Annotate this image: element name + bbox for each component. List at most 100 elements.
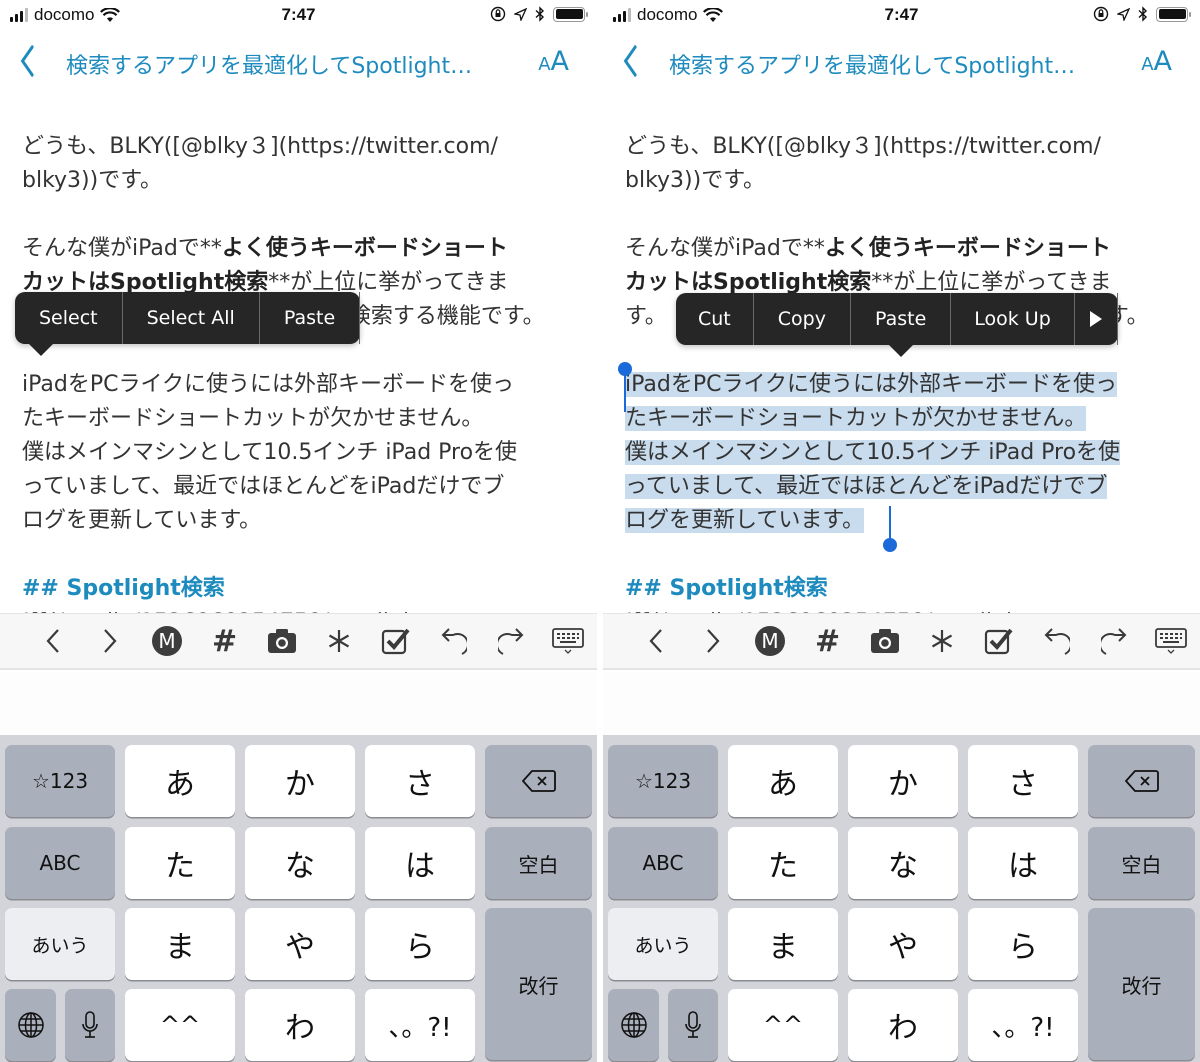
- key-ta[interactable]: た: [728, 827, 838, 899]
- key-sa[interactable]: さ: [365, 745, 475, 817]
- text-line: iPadをPCライクに使うには外部キーボードを使っ: [625, 368, 1185, 402]
- editor-text-area[interactable]: どうも、BLKY([@blky３](https://twitter.com/ b…: [22, 130, 582, 620]
- camera-button[interactable]: [856, 613, 913, 670]
- key-globe[interactable]: [608, 989, 659, 1061]
- checkbox-button[interactable]: [971, 613, 1028, 670]
- undo-button[interactable]: [425, 613, 482, 670]
- undo-icon: [1044, 628, 1070, 655]
- camera-icon: [267, 629, 296, 653]
- chevron-left-icon: [623, 45, 637, 77]
- key-ra[interactable]: ら: [365, 908, 475, 980]
- selection-end-handle[interactable]: [883, 506, 897, 552]
- editor-text-area[interactable]: どうも、BLKY([@blky３](https://twitter.com/ b…: [618, 130, 1185, 620]
- hide-keyboard-button[interactable]: [1143, 613, 1200, 670]
- back-button[interactable]: [622, 44, 639, 84]
- menu-paste[interactable]: Paste: [851, 293, 952, 345]
- key-symbols-123[interactable]: ☆123: [608, 745, 718, 817]
- key-globe[interactable]: [5, 989, 56, 1061]
- asterisk-button[interactable]: [913, 613, 970, 670]
- key-na[interactable]: な: [848, 827, 958, 899]
- key-ka[interactable]: か: [848, 745, 958, 817]
- key-wa[interactable]: わ: [245, 989, 355, 1061]
- battery-icon: [1156, 6, 1191, 22]
- menu-more-button[interactable]: [1075, 293, 1118, 345]
- key-a[interactable]: あ: [728, 745, 838, 817]
- key-punctuation[interactable]: 、。?!: [365, 989, 475, 1061]
- cursor-right-button[interactable]: [684, 613, 741, 670]
- japanese-kana-keyboard: ☆123 あ か さ ABC た な は 空白 あいう ま や ら 改行 ^^ …: [603, 735, 1200, 1062]
- selection-start-handle[interactable]: [618, 362, 632, 412]
- markdown-button[interactable]: M: [139, 613, 196, 670]
- hide-keyboard-button[interactable]: [540, 613, 597, 670]
- selected-paragraph[interactable]: iPadをPCライクに使うには外部キーボードを使っ たキーボードショートカットが…: [618, 362, 1185, 552]
- key-ta[interactable]: た: [125, 827, 235, 899]
- key-symbols-123[interactable]: ☆123: [5, 745, 115, 817]
- globe-icon: [620, 1012, 647, 1038]
- key-ha[interactable]: は: [968, 827, 1078, 899]
- key-ha[interactable]: は: [365, 827, 475, 899]
- cursor-left-button[interactable]: [627, 613, 684, 670]
- key-label: た: [165, 849, 195, 884]
- markdown-button[interactable]: M: [742, 613, 799, 670]
- redo-button[interactable]: [1085, 613, 1142, 670]
- cursor-right-button[interactable]: [81, 613, 138, 670]
- key-label: ら: [1008, 930, 1038, 965]
- menu-paste[interactable]: Paste: [260, 292, 361, 344]
- key-na[interactable]: な: [245, 827, 355, 899]
- key-label: あ: [768, 767, 798, 802]
- menu-select-all[interactable]: Select All: [123, 292, 260, 344]
- redo-button[interactable]: [482, 613, 539, 670]
- menu-cut[interactable]: Cut: [676, 293, 754, 345]
- status-bar: docomo 7:47: [603, 0, 1200, 32]
- checkbox-button[interactable]: [368, 613, 425, 670]
- document-title: 検索するアプリを最適化してSpotlight…: [669, 54, 1076, 79]
- font-size-button[interactable]: AA: [538, 46, 569, 77]
- menu-copy[interactable]: Copy: [754, 293, 851, 345]
- key-punctuation[interactable]: 、。?!: [968, 989, 1078, 1061]
- key-emoticon[interactable]: ^^: [728, 989, 838, 1061]
- font-size-big-glyph: A: [1153, 46, 1172, 77]
- key-kana-mode[interactable]: あいう: [608, 908, 718, 980]
- key-delete[interactable]: [1088, 745, 1195, 817]
- key-a[interactable]: あ: [125, 745, 235, 817]
- font-size-button[interactable]: AA: [1141, 46, 1172, 77]
- key-label: さ: [1008, 767, 1038, 802]
- key-abc[interactable]: ABC: [5, 827, 115, 899]
- key-ka[interactable]: か: [245, 745, 355, 817]
- hashtag-button[interactable]: #: [799, 613, 856, 670]
- key-dictation[interactable]: [65, 989, 115, 1061]
- text-line: そんな僕がiPadで**よく使うキーボードショート: [625, 232, 1185, 266]
- asterisk-button[interactable]: [310, 613, 367, 670]
- undo-button[interactable]: [1028, 613, 1085, 670]
- key-ra[interactable]: ら: [968, 908, 1078, 980]
- menu-select[interactable]: Select: [15, 292, 123, 344]
- selected-text: iPadをPCライクに使うには外部キーボードを使っ: [625, 372, 1118, 397]
- play-right-icon: [1089, 311, 1102, 327]
- menu-look-up[interactable]: Look Up: [951, 293, 1075, 345]
- rotation-lock-icon: [490, 6, 506, 22]
- key-wa[interactable]: わ: [848, 989, 958, 1061]
- candidate-bar: [0, 672, 597, 735]
- text-line: ログを更新しています。: [625, 504, 1185, 538]
- back-button[interactable]: [19, 44, 36, 84]
- cursor-right-icon: [104, 629, 117, 653]
- cursor-left-button[interactable]: [24, 613, 81, 670]
- key-dictation[interactable]: [668, 989, 718, 1061]
- key-delete[interactable]: [485, 745, 592, 817]
- key-return[interactable]: 改行: [485, 908, 592, 1060]
- key-return[interactable]: 改行: [1088, 908, 1195, 1060]
- key-ya[interactable]: や: [848, 908, 958, 980]
- camera-button[interactable]: [253, 613, 310, 670]
- key-space[interactable]: 空白: [485, 827, 592, 899]
- key-ma[interactable]: ま: [125, 908, 235, 980]
- key-ma[interactable]: ま: [728, 908, 838, 980]
- key-emoticon[interactable]: ^^: [125, 989, 235, 1061]
- key-label: ^^: [159, 1011, 201, 1039]
- key-space[interactable]: 空白: [1088, 827, 1195, 899]
- key-ya[interactable]: や: [245, 908, 355, 980]
- key-abc[interactable]: ABC: [608, 827, 718, 899]
- redo-icon: [1101, 628, 1127, 655]
- key-kana-mode[interactable]: あいう: [5, 908, 115, 980]
- key-sa[interactable]: さ: [968, 745, 1078, 817]
- hashtag-button[interactable]: #: [196, 613, 253, 670]
